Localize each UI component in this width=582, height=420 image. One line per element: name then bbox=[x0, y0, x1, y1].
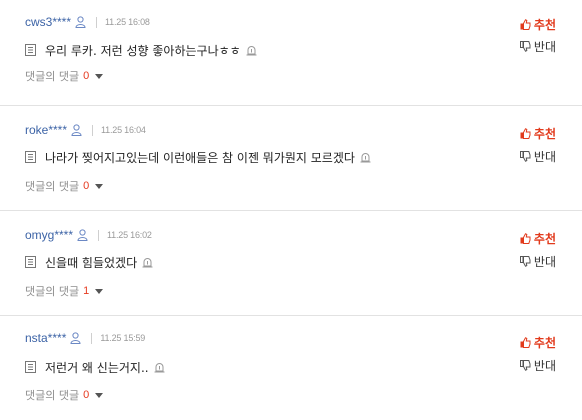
thumbs-down-icon bbox=[519, 360, 531, 371]
recommend-label: 추천 bbox=[533, 18, 556, 32]
document-icon bbox=[25, 151, 36, 163]
report-siren-icon[interactable] bbox=[154, 362, 165, 373]
report-siren-icon[interactable] bbox=[142, 257, 153, 268]
reply-count: 0 bbox=[83, 389, 90, 401]
comment-author[interactable]: roke**** bbox=[25, 123, 67, 137]
recommend-button[interactable]: 추천 bbox=[520, 125, 556, 142]
comment-item: cws3**** 11.25 16:08 우리 루카. 저런 성향 좋아하는구나… bbox=[0, 0, 582, 106]
reply-toggle[interactable]: 댓글의 댓글 0 bbox=[25, 387, 104, 403]
oppose-label: 반대 bbox=[533, 359, 556, 373]
user-icon bbox=[71, 124, 82, 136]
oppose-button[interactable]: 반대 bbox=[519, 253, 556, 270]
reply-count: 0 bbox=[83, 70, 90, 82]
thumbs-up-icon bbox=[520, 19, 531, 30]
recommend-button[interactable]: 추천 bbox=[520, 16, 556, 33]
comment-text: 신을때 힘들었겠다 bbox=[45, 255, 138, 270]
comment-time: 11.25 16:04 bbox=[101, 125, 146, 135]
caret-down-icon bbox=[95, 288, 104, 294]
report-siren-icon[interactable] bbox=[246, 45, 257, 56]
meta-divider bbox=[92, 124, 94, 136]
reply-count: 0 bbox=[83, 180, 90, 192]
thumbs-up-icon bbox=[520, 128, 531, 139]
comment-text: 나라가 찢어지고있는데 이런애들은 참 이젠 뭐가뭔지 모르겠다 bbox=[45, 150, 355, 165]
report-siren-icon[interactable] bbox=[360, 152, 371, 163]
reply-label: 댓글의 댓글 bbox=[25, 389, 80, 402]
comment-meta: omyg**** 11.25 16:02 bbox=[25, 227, 152, 243]
reply-label: 댓글의 댓글 bbox=[25, 70, 80, 83]
recommend-button[interactable]: 추천 bbox=[520, 334, 556, 351]
oppose-button[interactable]: 반대 bbox=[519, 148, 556, 165]
comment-item: roke**** 11.25 16:04 나라가 찢어지고있는데 이런애들은 참… bbox=[0, 106, 582, 211]
user-icon bbox=[70, 332, 81, 344]
comment-body: 우리 루카. 저런 성향 좋아하는구나ㅎㅎ bbox=[25, 42, 257, 58]
comment-author[interactable]: omyg**** bbox=[25, 228, 73, 242]
comment-text: 저런거 왜 신는거지.. bbox=[45, 360, 149, 375]
reply-label: 댓글의 댓글 bbox=[25, 285, 80, 298]
oppose-label: 반대 bbox=[533, 255, 556, 269]
recommend-label: 추천 bbox=[533, 336, 556, 350]
comment-meta: cws3**** 11.25 16:08 bbox=[25, 14, 150, 30]
recommend-label: 추천 bbox=[533, 127, 556, 141]
thumbs-up-icon bbox=[520, 337, 531, 348]
thumbs-down-icon bbox=[519, 256, 531, 267]
meta-divider bbox=[96, 16, 98, 28]
thumbs-up-icon bbox=[520, 233, 531, 244]
document-icon bbox=[25, 361, 36, 373]
reply-label: 댓글의 댓글 bbox=[25, 180, 80, 193]
reply-count: 1 bbox=[83, 285, 90, 297]
reply-toggle[interactable]: 댓글의 댓글 0 bbox=[25, 178, 104, 194]
user-icon bbox=[75, 16, 86, 28]
caret-down-icon bbox=[95, 73, 104, 79]
comment-author[interactable]: cws3**** bbox=[25, 15, 71, 29]
recommend-label: 추천 bbox=[533, 232, 556, 246]
comment-text: 우리 루카. 저런 성향 좋아하는구나ㅎㅎ bbox=[45, 43, 241, 58]
oppose-button[interactable]: 반대 bbox=[519, 357, 556, 374]
comment-body: 저런거 왜 신는거지.. bbox=[25, 359, 165, 375]
document-icon bbox=[25, 256, 36, 268]
comment-body: 나라가 찢어지고있는데 이런애들은 참 이젠 뭐가뭔지 모르겠다 bbox=[25, 149, 371, 165]
comment-author[interactable]: nsta**** bbox=[25, 331, 66, 345]
user-icon bbox=[77, 229, 88, 241]
reply-toggle[interactable]: 댓글의 댓글 1 bbox=[25, 283, 104, 299]
comment-meta: roke**** 11.25 16:04 bbox=[25, 122, 146, 138]
thumbs-down-icon bbox=[519, 41, 531, 52]
comment-time: 11.25 16:02 bbox=[107, 230, 152, 240]
comment-item: nsta**** 11.25 15:59 저런거 왜 신는거지.. 댓글의 댓글… bbox=[0, 316, 582, 420]
document-icon bbox=[25, 44, 36, 56]
thumbs-down-icon bbox=[519, 151, 531, 162]
comment-time: 11.25 16:08 bbox=[105, 17, 150, 27]
oppose-label: 반대 bbox=[533, 40, 556, 54]
caret-down-icon bbox=[95, 392, 104, 398]
oppose-label: 반대 bbox=[533, 150, 556, 164]
comment-list: cws3**** 11.25 16:08 우리 루카. 저런 성향 좋아하는구나… bbox=[0, 0, 582, 420]
oppose-button[interactable]: 반대 bbox=[519, 38, 556, 55]
comment-body: 신을때 힘들었겠다 bbox=[25, 254, 153, 270]
comment-meta: nsta**** 11.25 15:59 bbox=[25, 330, 145, 346]
meta-divider bbox=[91, 332, 93, 344]
recommend-button[interactable]: 추천 bbox=[520, 230, 556, 247]
meta-divider bbox=[98, 229, 100, 241]
comment-time: 11.25 15:59 bbox=[100, 333, 146, 343]
comment-item: omyg**** 11.25 16:02 신을때 힘들었겠다 댓글의 댓글 1 … bbox=[0, 211, 582, 316]
reply-toggle[interactable]: 댓글의 댓글 0 bbox=[25, 68, 104, 84]
caret-down-icon bbox=[95, 183, 104, 189]
